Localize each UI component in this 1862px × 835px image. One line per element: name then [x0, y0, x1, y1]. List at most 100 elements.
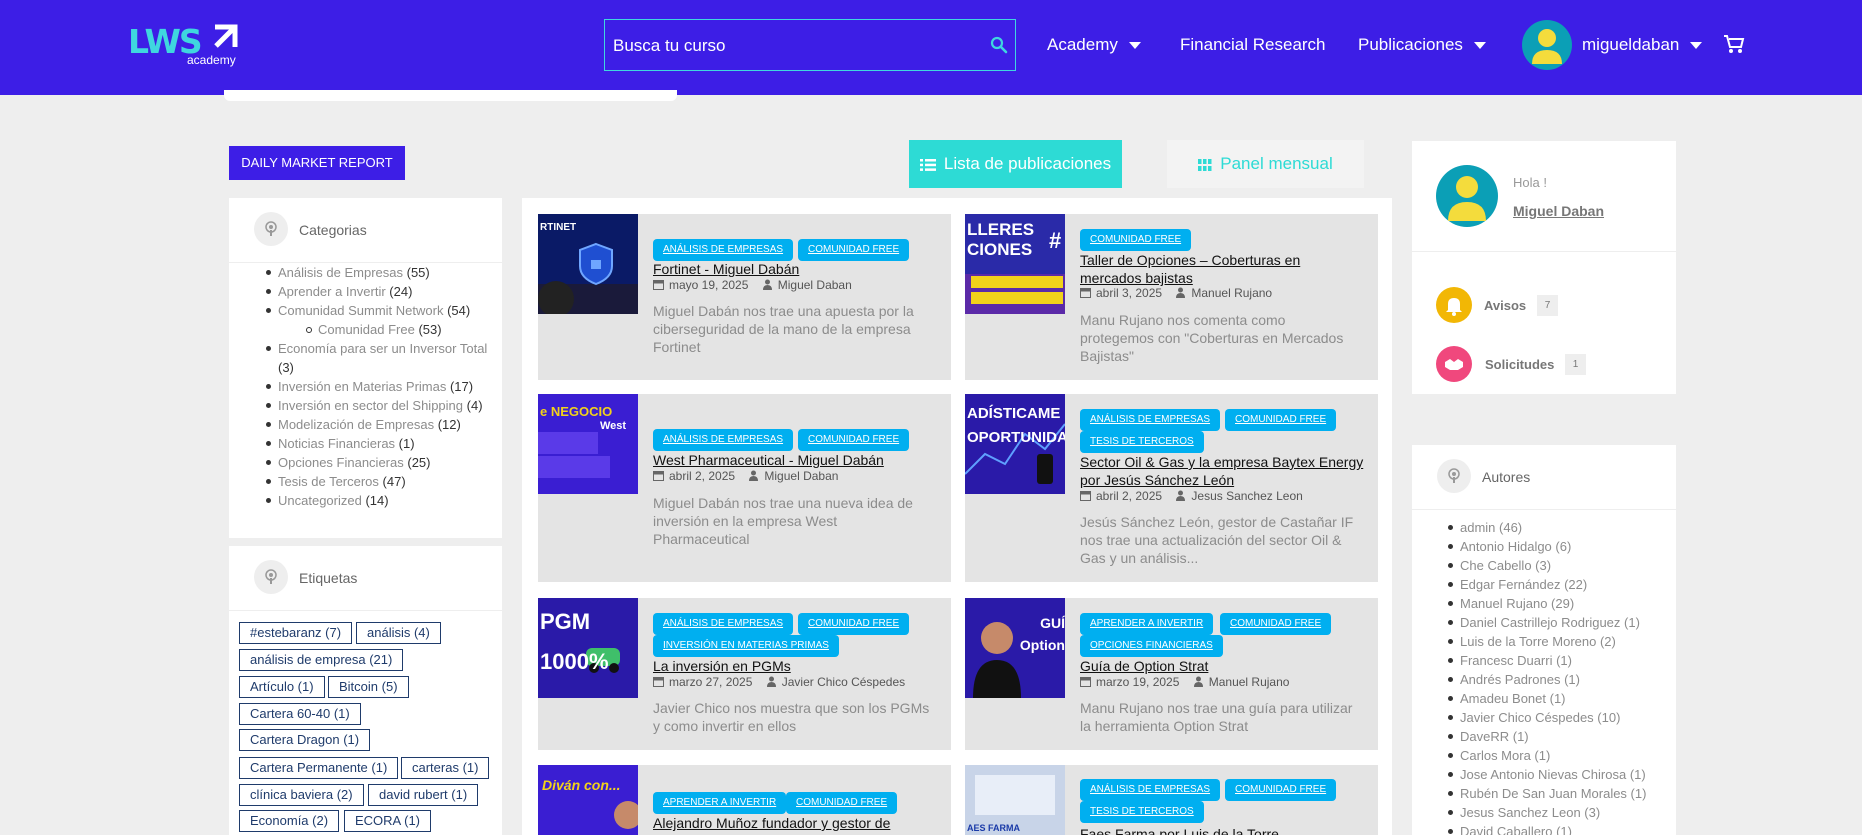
- tag-link[interactable]: análisis de empresa (21): [239, 649, 404, 671]
- category-link[interactable]: Comunidad Summit Network: [278, 303, 443, 318]
- tag-link[interactable]: Cartera Dragon (1): [239, 729, 371, 751]
- post-author[interactable]: Manuel Rujano: [1209, 675, 1290, 689]
- category-link[interactable]: Noticias Financieras: [278, 436, 395, 451]
- cart-icon[interactable]: [1723, 33, 1745, 55]
- author-link[interactable]: Che Cabello (3): [1460, 558, 1551, 573]
- tag-link[interactable]: #estebaranz (7): [239, 622, 353, 644]
- category-badge[interactable]: ANÁLISIS DE EMPRESAS: [653, 429, 794, 451]
- list-item[interactable]: Amadeu Bonet (1): [1447, 689, 1646, 708]
- list-item[interactable]: Jose Antonio Nievas Chirosa (1): [1447, 765, 1646, 784]
- list-item[interactable]: Antonio Hidalgo (6): [1447, 537, 1646, 556]
- post-card[interactable]: GUÍ Option APRENDER A INVERTIR COMUNIDAD…: [965, 598, 1378, 750]
- post-title[interactable]: Sector Oil & Gas y la empresa Baytex Ene…: [1080, 453, 1365, 489]
- tag-link[interactable]: Bitcoin (5): [328, 676, 409, 698]
- list-item[interactable]: Carlos Mora (1): [1447, 746, 1646, 765]
- author-link[interactable]: Manuel Rujano (29): [1460, 596, 1574, 611]
- post-title[interactable]: La inversión en PGMs: [653, 657, 938, 675]
- list-item[interactable]: Che Cabello (3): [1447, 556, 1646, 575]
- avatar[interactable]: [1522, 20, 1572, 70]
- author-link[interactable]: Amadeu Bonet (1): [1460, 691, 1566, 706]
- post-title[interactable]: Guía de Option Strat: [1080, 657, 1365, 675]
- list-item[interactable]: admin (46): [1447, 518, 1646, 537]
- post-thumbnail[interactable]: AES FARMA: [965, 765, 1065, 835]
- tab-panel-mensual[interactable]: Panel mensual: [1167, 140, 1364, 188]
- author-link[interactable]: Edgar Fernández (22): [1460, 577, 1587, 592]
- category-badge[interactable]: ANÁLISIS DE EMPRESAS: [653, 239, 794, 261]
- category-link[interactable]: Tesis de Terceros: [278, 474, 379, 489]
- category-badge[interactable]: COMUNIDAD FREE: [1080, 229, 1192, 251]
- list-item[interactable]: Francesc Duarri (1): [1447, 651, 1646, 670]
- avatar[interactable]: [1436, 165, 1498, 227]
- post-author[interactable]: Manuel Rujano: [1191, 286, 1272, 300]
- category-badge[interactable]: ANÁLISIS DE EMPRESAS: [1080, 409, 1221, 431]
- category-badge[interactable]: COMUNIDAD FREE: [798, 239, 910, 261]
- category-badge[interactable]: COMUNIDAD FREE: [786, 792, 898, 814]
- author-link[interactable]: Luis de la Torre Moreno (2): [1460, 634, 1616, 649]
- bell-icon[interactable]: [1436, 287, 1472, 323]
- category-badge[interactable]: COMUNIDAD FREE: [798, 613, 910, 635]
- category-link[interactable]: Uncategorized: [278, 493, 362, 508]
- author-link[interactable]: admin (46): [1460, 520, 1522, 535]
- category-badge[interactable]: APRENDER A INVERTIR: [1080, 613, 1214, 635]
- list-item[interactable]: Jesus Sanchez Leon (3): [1447, 803, 1646, 822]
- nav-academy[interactable]: Academy: [1047, 35, 1141, 55]
- post-title[interactable]: Alejandro Muñoz fundador y gestor de: [653, 814, 938, 832]
- post-author[interactable]: Miguel Daban: [764, 469, 838, 483]
- category-link[interactable]: Comunidad Free: [318, 322, 415, 337]
- category-link[interactable]: Inversión en sector del Shipping: [278, 398, 463, 413]
- author-link[interactable]: Jesus Sanchez Leon (3): [1460, 805, 1600, 820]
- post-card[interactable]: RTINET ANÁLISIS DE EMPRESAS COMUNIDAD FR…: [538, 214, 951, 380]
- post-thumbnail[interactable]: # LLERES CIONES: [965, 214, 1065, 314]
- post-author[interactable]: Miguel Daban: [778, 278, 852, 292]
- handshake-icon[interactable]: [1436, 346, 1472, 382]
- tag-link[interactable]: Economía (2): [239, 810, 340, 832]
- category-link[interactable]: Aprender a Invertir: [278, 284, 386, 299]
- search-icon[interactable]: [990, 36, 1008, 54]
- post-thumbnail[interactable]: PGM 1000%: [538, 598, 638, 698]
- post-title[interactable]: Fortinet - Miguel Dabán: [653, 260, 938, 278]
- author-link[interactable]: Carlos Mora (1): [1460, 748, 1550, 763]
- post-card[interactable]: PGM 1000% ANÁLISIS DE EMPRESAS COMUNIDAD…: [538, 598, 951, 750]
- category-link[interactable]: Análisis de Empresas: [278, 265, 403, 280]
- post-author[interactable]: Jesus Sanchez Leon: [1191, 489, 1302, 503]
- category-link[interactable]: Modelización de Empresas: [278, 417, 434, 432]
- list-item[interactable]: Rubén De San Juan Morales (1): [1447, 784, 1646, 803]
- solicitudes-link[interactable]: Solicitudes: [1485, 357, 1554, 372]
- post-card[interactable]: AES FARMA ANÁLISIS DE EMPRESAS COMUNIDAD…: [965, 765, 1378, 835]
- author-link[interactable]: Antonio Hidalgo (6): [1460, 539, 1571, 554]
- category-badge[interactable]: APRENDER A INVERTIR: [653, 792, 787, 814]
- list-item[interactable]: Daniel Castrillejo Rodriguez (1): [1447, 613, 1646, 632]
- tab-lista-publicaciones[interactable]: Lista de publicaciones: [909, 140, 1122, 188]
- category-badge[interactable]: COMUNIDAD FREE: [1225, 779, 1337, 801]
- post-thumbnail[interactable]: GUÍ Option: [965, 598, 1065, 698]
- author-link[interactable]: David Caballero (1): [1460, 824, 1572, 835]
- category-badge[interactable]: COMUNIDAD FREE: [798, 429, 910, 451]
- post-thumbnail[interactable]: ADÍSTICAME OPORTUNIDA: [965, 394, 1065, 494]
- tag-link[interactable]: clínica baviera (2): [239, 784, 364, 806]
- author-link[interactable]: Andrés Padrones (1): [1460, 672, 1580, 687]
- daily-market-report-button[interactable]: DAILY MARKET REPORT: [229, 146, 405, 180]
- lws-logo[interactable]: LWS academy: [128, 22, 243, 68]
- profile-name-link[interactable]: Miguel Daban: [1513, 203, 1604, 219]
- category-badge[interactable]: TESIS DE TERCEROS: [1080, 801, 1204, 823]
- post-author[interactable]: Javier Chico Céspedes: [782, 675, 905, 689]
- author-link[interactable]: Daniel Castrillejo Rodriguez (1): [1460, 615, 1640, 630]
- category-badge[interactable]: ANÁLISIS DE EMPRESAS: [653, 613, 794, 635]
- post-title[interactable]: Faes Farma por Luis de la Torre: [1080, 825, 1365, 835]
- category-link[interactable]: Economía para ser un Inversor Total: [278, 341, 487, 356]
- post-card[interactable]: # LLERES CIONES COMUNIDAD FREE Taller de…: [965, 214, 1378, 380]
- category-badge[interactable]: TESIS DE TERCEROS: [1080, 431, 1204, 453]
- tag-link[interactable]: ECORA (1): [344, 810, 432, 832]
- tag-link[interactable]: carteras (1): [401, 757, 490, 779]
- user-menu[interactable]: migueldaban: [1582, 35, 1703, 55]
- category-badge[interactable]: COMUNIDAD FREE: [1220, 613, 1332, 635]
- author-link[interactable]: Javier Chico Céspedes (10): [1460, 710, 1620, 725]
- list-item[interactable]: David Caballero (1): [1447, 822, 1646, 835]
- post-card[interactable]: ADÍSTICAME OPORTUNIDA ANÁLISIS DE EMPRES…: [965, 394, 1378, 582]
- category-badge[interactable]: COMUNIDAD FREE: [1225, 409, 1337, 431]
- author-link[interactable]: Rubén De San Juan Morales (1): [1460, 786, 1646, 801]
- author-link[interactable]: Francesc Duarri (1): [1460, 653, 1572, 668]
- list-item[interactable]: Luis de la Torre Moreno (2): [1447, 632, 1646, 651]
- post-card[interactable]: Diván con... APRENDER A INVERTIR COMUNID…: [538, 765, 951, 835]
- list-item[interactable]: Manuel Rujano (29): [1447, 594, 1646, 613]
